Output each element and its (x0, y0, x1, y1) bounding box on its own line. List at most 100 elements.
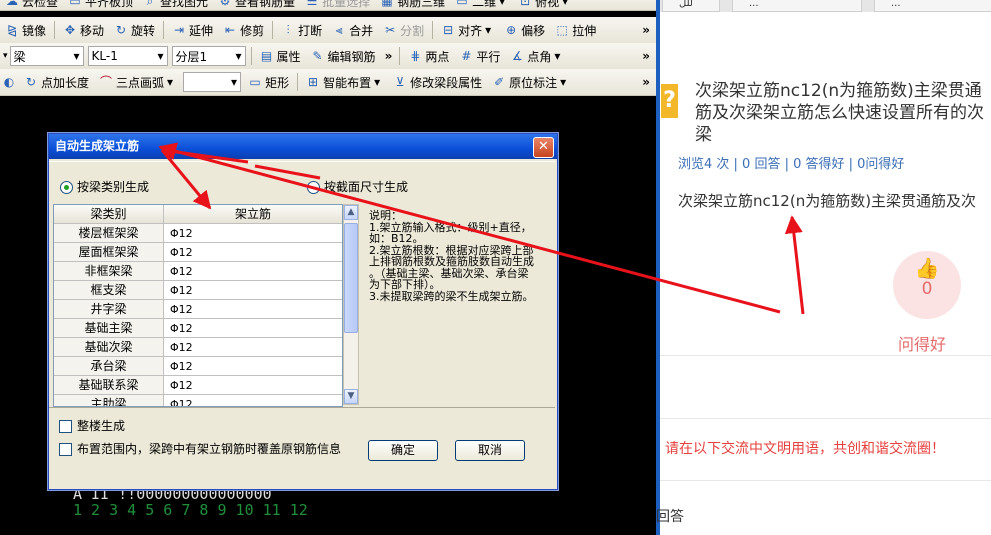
table-row[interactable]: 井字梁 Φ12 (54, 300, 342, 319)
col-header-bar: 架立筋 (164, 205, 342, 224)
chevron-down-icon: ▾ (499, 0, 506, 8)
toolbar-overflow-icon[interactable]: » (642, 75, 656, 89)
merge-icon: ⫷ (335, 23, 343, 37)
offset-button[interactable]: ⊕ 偏移 (499, 19, 550, 41)
bar-input[interactable]: Φ12 (164, 357, 342, 376)
bar-input[interactable]: Φ12 (164, 395, 342, 406)
chevron-down-icon: ▾ (554, 49, 561, 63)
bar-input[interactable]: Φ12 (164, 224, 342, 243)
point-plus-length-button[interactable]: ↻ 点加长度 (19, 71, 94, 93)
radio-empty-icon (307, 181, 320, 194)
rectangle-button[interactable]: ▭ 矩形 (243, 71, 294, 93)
checkbox-overwrite[interactable]: 布置范围内，梁跨中有架立钢筋时覆盖原钢筋信息 (59, 440, 341, 457)
element-name-combo[interactable]: KL-1 ▾ (87, 46, 168, 66)
separator (297, 73, 299, 91)
question-icon: ? (661, 84, 678, 118)
table-scrollbar[interactable]: ▲ ▼ (343, 204, 359, 405)
scroll-down-icon[interactable]: ▼ (344, 389, 358, 404)
batch-select-button[interactable]: ☰ 批量选择 (300, 0, 375, 10)
table-header: 梁类别 架立筋 (54, 205, 342, 224)
point-angle-combo[interactable]: ∡ 点角 ▾ (505, 45, 568, 67)
align-icon: ⊟ (443, 23, 454, 37)
bar-input[interactable]: Φ12 (164, 281, 342, 300)
trim-button[interactable]: ⇤ 修剪 (218, 19, 269, 41)
table-row[interactable]: 承台梁 Φ12 (54, 357, 342, 376)
parallel-button[interactable]: # 平行 (454, 45, 505, 67)
table-row[interactable]: 基础主梁 Φ12 (54, 319, 342, 338)
bar-input[interactable]: Φ12 (164, 376, 342, 395)
chevron-down-icon: ▾ (3, 51, 8, 61)
smart-layout-combo[interactable]: ⊞ 智能布置 ▾ (301, 71, 388, 93)
divider (660, 355, 991, 356)
table-row[interactable]: 框支梁 Φ12 (54, 281, 342, 300)
table-row[interactable]: 基础联系梁 Φ12 (54, 376, 342, 395)
bar-input[interactable]: Φ12 (164, 262, 342, 281)
divider (660, 418, 991, 419)
close-button[interactable]: ✕ (533, 137, 554, 158)
chevron-down-icon: ▾ (167, 75, 174, 89)
separator (54, 21, 56, 39)
edit-rebar-button[interactable]: ✎ 编辑钢筋 (306, 45, 381, 67)
split-button[interactable]: ✂ 分割 (378, 19, 429, 41)
cancel-button[interactable]: 取消 (455, 440, 525, 461)
stretch-button[interactable]: ⬚ 拉伸 (550, 19, 601, 41)
rebar-3d-icon: ▦ (381, 0, 393, 8)
element-type-combo[interactable]: 梁 ▾ (9, 46, 84, 66)
bar-input[interactable]: Φ12 (164, 338, 342, 357)
flush-slab-top-button[interactable]: ▭ 平齐板顶 (63, 0, 138, 10)
modify-span-properties-button[interactable]: ⊻ 修改梁段属性 (388, 71, 487, 93)
move-icon: ✥ (64, 23, 76, 37)
bar-input[interactable]: Φ12 (164, 243, 342, 262)
three-point-arc-icon: ⌒ (100, 75, 113, 89)
break-button[interactable]: ⫶ 打断 (276, 19, 327, 41)
toolbar-overflow-icon[interactable]: » (381, 49, 397, 63)
radio-selected-icon (60, 181, 73, 194)
dialog-title-bar[interactable]: 自动生成架立筋 (49, 134, 557, 159)
arc-icon[interactable]: ◐ (2, 75, 16, 89)
arc-param-combo[interactable]: ▾ (183, 72, 242, 92)
in-situ-annotation-combo[interactable]: ✐ 原位标注 ▾ (487, 71, 574, 93)
extend-button[interactable]: ⇥ 延伸 (167, 19, 218, 41)
point-length-icon: ↻ (25, 75, 37, 89)
move-button[interactable]: ✥ 移动 (58, 19, 109, 41)
mirror-button[interactable]: ⧎ 镜像 (0, 19, 51, 41)
cloud-check-button[interactable]: ☁ 云检查 (0, 0, 63, 10)
rotate-button[interactable]: ↻ 旋转 (109, 19, 160, 41)
find-element-button[interactable]: ⌕ 查找图元 (138, 0, 213, 10)
ok-button[interactable]: 确定 (368, 440, 438, 461)
bar-input[interactable]: Φ12 (164, 300, 342, 319)
view-2d-combo[interactable]: ▭ 二维 ▾ (450, 0, 513, 10)
bar-input[interactable]: Φ12 (164, 319, 342, 338)
checkbox-whole-floor[interactable]: 整楼生成 (59, 417, 125, 434)
toolbar-overflow-icon[interactable]: » (642, 49, 656, 63)
flush-icon: ▭ (69, 0, 81, 8)
top-view-combo[interactable]: ⊡ 俯视 ▾ (513, 0, 576, 10)
chevron-down-icon: ▾ (485, 23, 492, 37)
radio-by-section[interactable]: 按截面尺寸生成 (307, 178, 408, 195)
two-points-button[interactable]: ⋕ 两点 (403, 45, 454, 67)
edit-rebar-icon: ✎ (312, 49, 323, 63)
table-row[interactable]: 主肋梁 Φ12 (54, 395, 342, 406)
properties-button[interactable]: ▤ 属性 (255, 45, 306, 67)
scroll-up-icon[interactable]: ▲ (344, 205, 358, 220)
browser-tab[interactable]: ... (874, 0, 991, 12)
separator (163, 21, 165, 39)
table-row[interactable]: 楼层框架梁 Φ12 (54, 224, 342, 243)
rectangle-icon: ▭ (249, 75, 261, 89)
layer-combo[interactable]: 分层1 ▾ (171, 46, 246, 66)
browser-tab[interactable]: للل (662, 0, 720, 12)
view-rebar-amount-button[interactable]: ⚙ 查看钢筋量 (213, 0, 300, 10)
rebar-3d-button[interactable]: ▦ 钢筋三维 (375, 0, 450, 10)
align-combo[interactable]: ⊟ 对齐 ▾ (436, 19, 499, 41)
split-icon: ✂ (385, 23, 396, 37)
radio-by-type[interactable]: 按梁类别生成 (60, 178, 149, 195)
scroll-thumb[interactable] (344, 223, 358, 333)
like-button[interactable]: 👍 0 (893, 251, 961, 319)
table-row[interactable]: 基础次梁 Φ12 (54, 338, 342, 357)
table-row[interactable]: 屋面框架梁 Φ12 (54, 243, 342, 262)
merge-button[interactable]: ⫷ 合并 (327, 19, 378, 41)
browser-tab[interactable]: ... (732, 0, 862, 12)
three-point-arc-combo[interactable]: ⌒ 三点画弧 ▾ (94, 71, 181, 93)
table-row[interactable]: 非框架梁 Φ12 (54, 262, 342, 281)
toolbar-overflow-icon[interactable]: » (642, 23, 656, 37)
